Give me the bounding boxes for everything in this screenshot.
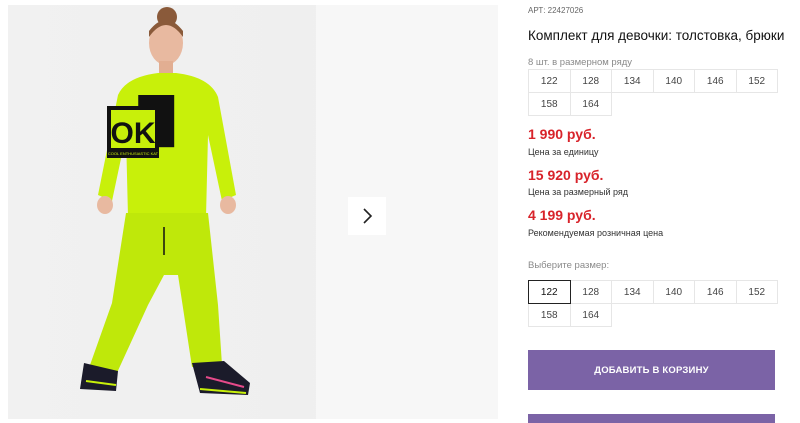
row-price: 15 920 руб. (528, 167, 604, 183)
size-option[interactable]: 140 (652, 280, 695, 304)
pack-size-cell: 128 (569, 69, 612, 93)
retail-price-caption: Рекомендуемая розничная цена (528, 228, 664, 238)
chevron-right-icon (363, 208, 373, 224)
graphic-small-text: COOL ENTHUSIASTIC KAT (108, 151, 159, 156)
row-price-caption: Цена за размерный ряд (528, 187, 629, 197)
size-option[interactable]: 134 (611, 280, 654, 304)
pack-size-cell: 140 (652, 69, 695, 93)
pack-size-grid: 122 128 134 140 146 152 158 164 (528, 69, 778, 116)
size-option[interactable]: 128 (569, 280, 612, 304)
choose-size-label: Выберите размер: (528, 260, 610, 271)
retail-price: 4 199 руб. (528, 207, 596, 223)
pack-size-cell: 164 (569, 92, 612, 116)
pack-label: 8 шт. в размерном ряду (528, 57, 633, 68)
product-image: OK COOL ENTHUSIASTIC KAT (8, 5, 498, 419)
product-photo-illustration: OK COOL ENTHUSIASTIC KAT (80, 7, 250, 395)
add-to-cart-button[interactable]: ДОБАВИТЬ В КОРЗИНУ (528, 350, 775, 390)
unit-price-caption: Цена за единицу (528, 147, 599, 157)
article-number: АРТ: 22427026 (528, 6, 583, 15)
pack-size-cell: 134 (611, 69, 654, 93)
pack-size-cell: 152 (735, 69, 778, 93)
image-background-panel (316, 5, 498, 419)
pack-size-cell: 158 (528, 92, 571, 116)
size-option[interactable]: 158 (528, 303, 571, 327)
graphic-ok-text: OK (111, 117, 156, 150)
size-option[interactable]: 152 (735, 280, 778, 304)
size-option-selected[interactable]: 122 (528, 280, 571, 304)
size-option[interactable]: 146 (694, 280, 737, 304)
secondary-action-button[interactable] (528, 414, 775, 423)
size-selector: 122 128 134 140 146 152 158 164 (528, 280, 778, 327)
pack-size-cell: 146 (694, 69, 737, 93)
article-value: 22427026 (547, 6, 584, 15)
product-title: Комплект для девочки: толстовка, брюки (528, 28, 785, 43)
next-image-button[interactable] (348, 197, 386, 235)
size-option[interactable]: 164 (569, 303, 612, 327)
pack-size-cell: 122 (528, 69, 571, 93)
article-label: АРТ: (528, 6, 546, 15)
unit-price: 1 990 руб. (528, 126, 596, 142)
